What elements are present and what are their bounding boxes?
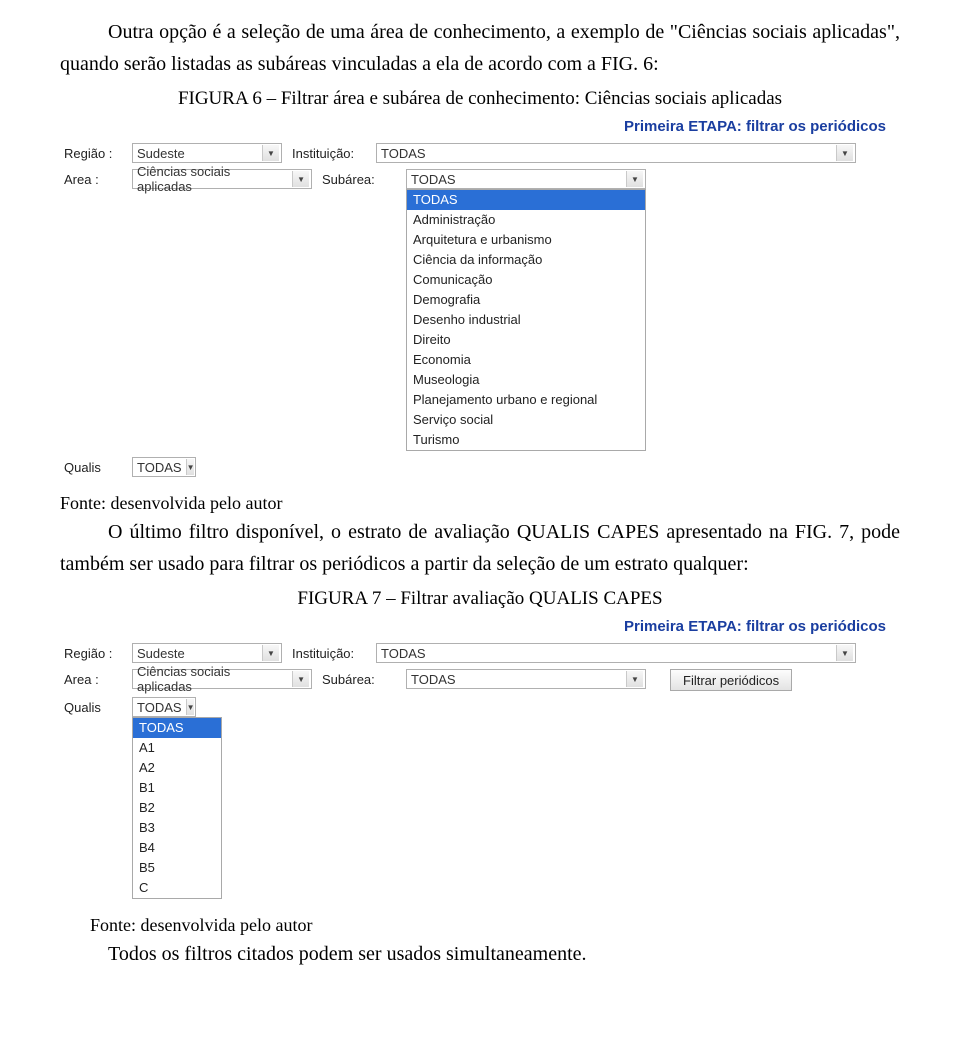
figure6-form: Primeira ETAPA: filtrar os periódicos Re… xyxy=(60,116,900,487)
select-qualis[interactable]: TODAS ▼ xyxy=(132,457,196,477)
subarea-option[interactable]: Ciência da informação xyxy=(407,250,645,270)
select-subarea[interactable]: TODAS ▼ xyxy=(406,669,646,689)
row-area-subarea-2: Area : Ciências sociais aplicadas ▼ Subá… xyxy=(64,669,896,691)
figure6-caption: FIGURA 6 – Filtrar área e subárea de con… xyxy=(60,88,900,110)
chevron-down-icon: ▼ xyxy=(626,671,643,687)
select-subarea[interactable]: TODAS ▼ xyxy=(406,169,646,189)
qualis-option[interactable]: B5 xyxy=(133,858,221,878)
figure7-source: Fonte: desenvolvida pelo autor xyxy=(60,915,900,936)
subarea-option[interactable]: Economia xyxy=(407,350,645,370)
paragraph-3: Todos os filtros citados podem ser usado… xyxy=(60,938,900,970)
paragraph-2: O último filtro disponível, o estrato de… xyxy=(60,516,900,580)
select-qualis[interactable]: TODAS ▼ xyxy=(132,697,196,717)
subarea-option[interactable]: Planejamento urbano e regional xyxy=(407,390,645,410)
label-instituicao: Instituição: xyxy=(288,143,370,161)
subarea-option[interactable]: Comunicação xyxy=(407,270,645,290)
select-subarea-value: TODAS xyxy=(411,672,456,687)
select-regiao[interactable]: Sudeste ▼ xyxy=(132,643,282,663)
subarea-option[interactable]: Desenho industrial xyxy=(407,310,645,330)
subarea-option[interactable]: Demografia xyxy=(407,290,645,310)
select-qualis-value: TODAS xyxy=(137,700,182,715)
qualis-option[interactable]: C xyxy=(133,878,221,898)
filter-button[interactable]: Filtrar periódicos xyxy=(670,669,792,691)
label-area: Area : xyxy=(64,669,126,687)
etapa-title: Primeira ETAPA: filtrar os periódicos xyxy=(64,618,896,635)
select-instituicao-value: TODAS xyxy=(381,146,426,161)
figure7-form: Primeira ETAPA: filtrar os periódicos Re… xyxy=(60,616,900,909)
qualis-option[interactable]: B2 xyxy=(133,798,221,818)
subarea-option[interactable]: TODAS xyxy=(407,190,645,210)
select-regiao[interactable]: Sudeste ▼ xyxy=(132,143,282,163)
label-instituicao: Instituição: xyxy=(288,643,370,661)
subarea-option[interactable]: Museologia xyxy=(407,370,645,390)
subarea-listbox[interactable]: TODASAdministraçãoArquitetura e urbanism… xyxy=(406,189,646,451)
qualis-listbox[interactable]: TODASA1A2B1B2B3B4B5C xyxy=(132,717,222,899)
qualis-option[interactable]: B1 xyxy=(133,778,221,798)
chevron-down-icon: ▼ xyxy=(292,171,309,187)
select-qualis-value: TODAS xyxy=(137,460,182,475)
select-instituicao[interactable]: TODAS ▼ xyxy=(376,143,856,163)
subarea-option[interactable]: Administração xyxy=(407,210,645,230)
chevron-down-icon: ▼ xyxy=(262,645,279,661)
qualis-option[interactable]: A2 xyxy=(133,758,221,778)
select-regiao-value: Sudeste xyxy=(137,146,185,161)
select-area[interactable]: Ciências sociais aplicadas ▼ xyxy=(132,169,312,189)
subarea-option[interactable]: Direito xyxy=(407,330,645,350)
label-subarea: Subárea: xyxy=(318,169,400,187)
figure6-source: Fonte: desenvolvida pelo autor xyxy=(60,493,900,514)
chevron-down-icon: ▼ xyxy=(626,171,643,187)
select-area-value: Ciências sociais aplicadas xyxy=(137,164,288,194)
select-area[interactable]: Ciências sociais aplicadas ▼ xyxy=(132,669,312,689)
label-area: Area : xyxy=(64,169,126,187)
chevron-down-icon: ▼ xyxy=(836,645,853,661)
chevron-down-icon: ▼ xyxy=(186,459,195,475)
select-instituicao[interactable]: TODAS ▼ xyxy=(376,643,856,663)
select-instituicao-value: TODAS xyxy=(381,646,426,661)
qualis-option[interactable]: B3 xyxy=(133,818,221,838)
chevron-down-icon: ▼ xyxy=(292,671,309,687)
subarea-option[interactable]: Serviço social xyxy=(407,410,645,430)
row-area-subarea: Area : Ciências sociais aplicadas ▼ Subá… xyxy=(64,169,896,451)
chevron-down-icon: ▼ xyxy=(262,145,279,161)
figure7-caption: FIGURA 7 – Filtrar avaliação QUALIS CAPE… xyxy=(60,588,900,610)
qualis-option[interactable]: TODAS xyxy=(133,718,221,738)
select-subarea-value: TODAS xyxy=(411,172,456,187)
row-qualis: Qualis TODAS ▼ xyxy=(64,457,896,477)
qualis-option[interactable]: B4 xyxy=(133,838,221,858)
subarea-option[interactable]: Turismo xyxy=(407,430,645,450)
row-regiao-inst: Região : Sudeste ▼ Instituição: TODAS ▼ xyxy=(64,143,896,163)
row-regiao-inst-2: Região : Sudeste ▼ Instituição: TODAS ▼ xyxy=(64,643,896,663)
document-page: Outra opção é a seleção de uma área de c… xyxy=(0,0,960,1018)
label-subarea: Subárea: xyxy=(318,669,400,687)
select-area-value: Ciências sociais aplicadas xyxy=(137,664,288,694)
etapa-title: Primeira ETAPA: filtrar os periódicos xyxy=(64,118,896,135)
select-regiao-value: Sudeste xyxy=(137,646,185,661)
subarea-option[interactable]: Arquitetura e urbanismo xyxy=(407,230,645,250)
label-regiao: Região : xyxy=(64,643,126,661)
row-qualis-2: Qualis TODAS ▼ TODASA1A2B1B2B3B4B5C xyxy=(64,697,896,899)
chevron-down-icon: ▼ xyxy=(836,145,853,161)
label-qualis: Qualis xyxy=(64,457,126,475)
label-qualis: Qualis xyxy=(64,697,126,715)
chevron-down-icon: ▼ xyxy=(186,699,195,715)
paragraph-1: Outra opção é a seleção de uma área de c… xyxy=(60,16,900,80)
qualis-option[interactable]: A1 xyxy=(133,738,221,758)
label-regiao: Região : xyxy=(64,143,126,161)
